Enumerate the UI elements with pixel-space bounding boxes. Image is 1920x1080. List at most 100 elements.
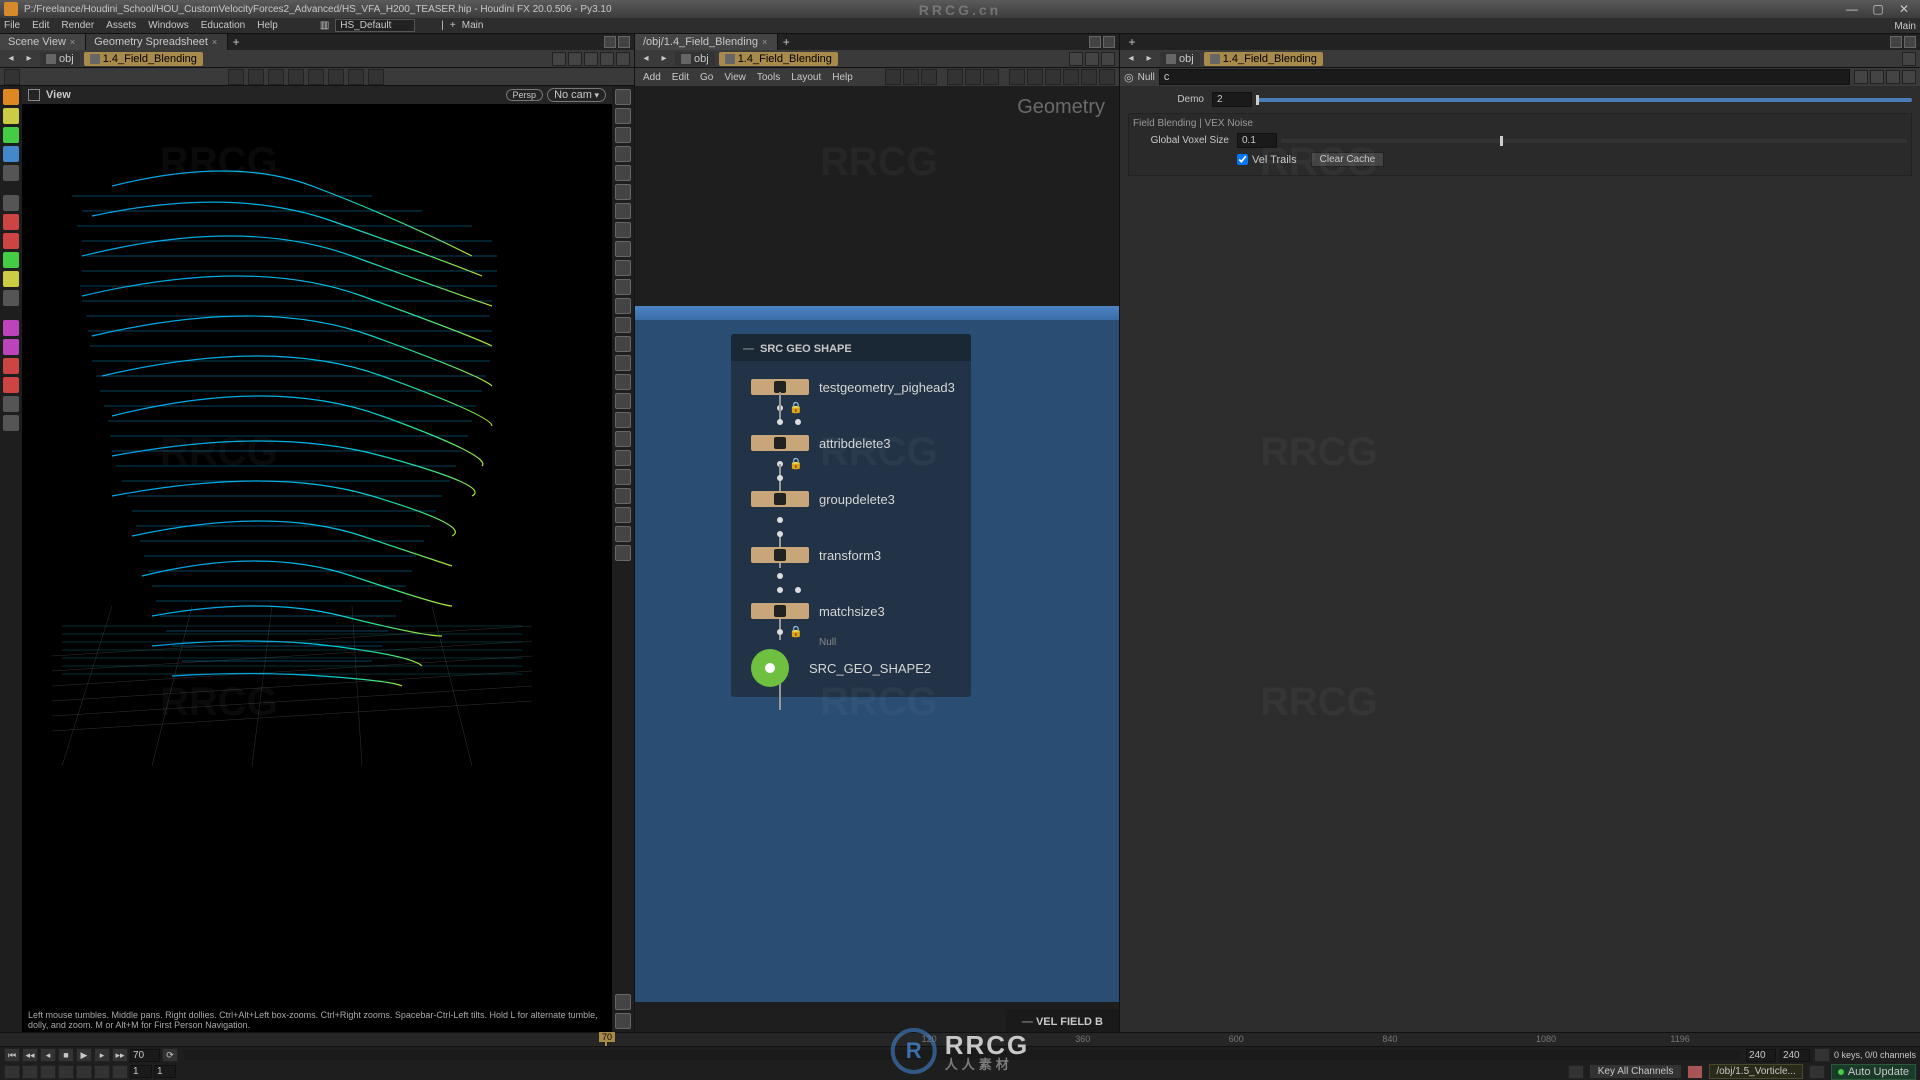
cur-frame-input[interactable] xyxy=(130,1049,160,1062)
net-tool8-icon[interactable] xyxy=(1027,69,1043,85)
prev-key-button[interactable]: ◂◂ xyxy=(22,1048,38,1062)
disp-13-icon[interactable] xyxy=(615,317,631,333)
voxel-slider[interactable] xyxy=(1281,139,1907,143)
tab-add-button[interactable]: + xyxy=(228,35,244,49)
path-opt1-icon[interactable] xyxy=(552,52,566,66)
demo-slider[interactable] xyxy=(1256,98,1912,102)
net-tool5-icon[interactable] xyxy=(965,69,981,85)
net-tool7-icon[interactable] xyxy=(1009,69,1025,85)
tab-close-icon[interactable]: × xyxy=(762,37,767,47)
range-end1[interactable] xyxy=(1746,1049,1776,1062)
pane-menu-icon[interactable] xyxy=(1089,36,1101,48)
tl-opt1-icon[interactable] xyxy=(1814,1048,1830,1062)
anim-opt3-icon[interactable] xyxy=(40,1065,56,1079)
disp-10-icon[interactable] xyxy=(615,260,631,276)
disp-1-icon[interactable] xyxy=(615,89,631,105)
viewport[interactable]: View Persp No cam ▾ xyxy=(22,86,612,1032)
node-null-output[interactable]: Null SRC_GEO_SHAPE2 xyxy=(751,649,971,687)
net-tool1-icon[interactable] xyxy=(885,69,901,85)
node-groupdelete[interactable]: groupdelete3 xyxy=(751,491,971,507)
menu-file[interactable]: File xyxy=(4,20,20,31)
viewport-reticle-icon[interactable] xyxy=(28,89,40,101)
disp-15-icon[interactable] xyxy=(615,355,631,371)
network-canvas[interactable]: Geometry —SRC GEO SHAPE testgeometry_pig… xyxy=(635,86,1119,1032)
shade-icon[interactable] xyxy=(288,69,304,85)
snap-5-icon[interactable] xyxy=(3,396,19,412)
disp-4-icon[interactable] xyxy=(615,146,631,162)
select-icon[interactable] xyxy=(228,69,244,85)
ghost-icon[interactable] xyxy=(600,52,614,66)
disp-17-icon[interactable] xyxy=(615,393,631,409)
snap-1-icon[interactable] xyxy=(3,320,19,336)
network-box-title[interactable]: —SRC GEO SHAPE xyxy=(731,334,971,361)
snapshot-icon[interactable] xyxy=(368,69,384,85)
desktop-input[interactable] xyxy=(335,19,415,32)
path-node[interactable]: 1.4_Field_Blending xyxy=(1204,52,1323,66)
pane-menu-icon[interactable] xyxy=(1890,36,1902,48)
path-obj[interactable]: obj xyxy=(40,52,80,66)
net-tool10-icon[interactable] xyxy=(1063,69,1079,85)
shelf-main-right[interactable]: Main xyxy=(1894,21,1916,32)
net-tool6-icon[interactable] xyxy=(983,69,999,85)
tool-x-icon[interactable] xyxy=(3,290,19,306)
anim-opt2-icon[interactable] xyxy=(22,1065,38,1079)
parm-search-icon[interactable] xyxy=(1870,70,1884,84)
tab-add-button[interactable]: + xyxy=(778,35,794,49)
maximize-button[interactable]: ▢ xyxy=(1866,2,1890,16)
path-obj[interactable]: obj xyxy=(1160,52,1200,66)
disp-11-icon[interactable] xyxy=(615,279,631,295)
net-menu-view[interactable]: View xyxy=(720,72,750,83)
network-box-title-bar[interactable] xyxy=(635,306,1119,320)
disp-19-icon[interactable] xyxy=(615,431,631,447)
disp-16-icon[interactable] xyxy=(615,374,631,390)
disp-9-icon[interactable] xyxy=(615,241,631,257)
disp-12-icon[interactable] xyxy=(615,298,631,314)
pane-max-icon[interactable] xyxy=(1904,36,1916,48)
pane-max-icon[interactable] xyxy=(618,36,630,48)
tab-close-icon[interactable]: × xyxy=(70,37,75,47)
net-tool4-icon[interactable] xyxy=(947,69,963,85)
pane-max-icon[interactable] xyxy=(1103,36,1115,48)
net-menu-tools[interactable]: Tools xyxy=(753,72,784,83)
realtime-icon[interactable]: ⟳ xyxy=(162,1048,178,1062)
path-node[interactable]: 1.4_Field_Blending xyxy=(84,52,203,66)
clear-cache-button[interactable]: Clear Cache xyxy=(1311,152,1385,167)
anim-opt5-icon[interactable] xyxy=(76,1065,92,1079)
pane-menu-icon[interactable] xyxy=(604,36,616,48)
menu-assets[interactable]: Assets xyxy=(106,20,136,31)
interrupt-icon[interactable] xyxy=(1809,1065,1825,1079)
rotate-tool-icon[interactable] xyxy=(3,233,19,249)
net-tool2-icon[interactable] xyxy=(903,69,919,85)
tab-network-path[interactable]: /obj/1.4_Field_Blending× xyxy=(635,34,778,50)
shelf-main-label[interactable]: Main xyxy=(462,20,484,31)
select-box-icon[interactable] xyxy=(268,69,284,85)
disp-3-icon[interactable] xyxy=(615,127,631,143)
tab-add-button[interactable]: + xyxy=(1124,35,1140,49)
disp-21-icon[interactable] xyxy=(615,469,631,485)
render-icon[interactable] xyxy=(348,69,364,85)
menu-render[interactable]: Render xyxy=(61,20,94,31)
net-tool9-icon[interactable] xyxy=(1045,69,1061,85)
pose-tool-icon[interactable] xyxy=(3,271,19,287)
select-loop-icon[interactable] xyxy=(248,69,264,85)
light-icon[interactable] xyxy=(328,69,344,85)
disp-14-icon[interactable] xyxy=(615,336,631,352)
close-button[interactable]: ✕ xyxy=(1892,2,1916,16)
disp-8-icon[interactable] xyxy=(615,222,631,238)
node-testgeometry[interactable]: testgeometry_pighead3 🔒 xyxy=(751,379,971,395)
next-frame-button[interactable]: ▸ xyxy=(94,1048,110,1062)
shelf-add-icon[interactable]: + xyxy=(450,20,456,31)
nav-back-icon[interactable]: ◂ xyxy=(639,52,653,66)
disp-20-icon[interactable] xyxy=(615,450,631,466)
disp-7-icon[interactable] xyxy=(615,203,631,219)
range-end2[interactable] xyxy=(1780,1049,1810,1062)
persp-toggle[interactable]: Persp xyxy=(506,89,544,101)
menu-education[interactable]: Education xyxy=(201,20,245,31)
node-attribdelete[interactable]: attribdelete3 🔒 xyxy=(751,435,971,451)
handle-icon[interactable] xyxy=(4,69,20,85)
node-matchsize[interactable]: matchsize3 🔒 xyxy=(751,603,971,619)
range-start1[interactable] xyxy=(130,1065,152,1078)
path-obj[interactable]: obj xyxy=(675,52,715,66)
prev-frame-button[interactable]: ◂ xyxy=(40,1048,56,1062)
key-all-button[interactable]: Key All Channels xyxy=(1590,1065,1682,1078)
